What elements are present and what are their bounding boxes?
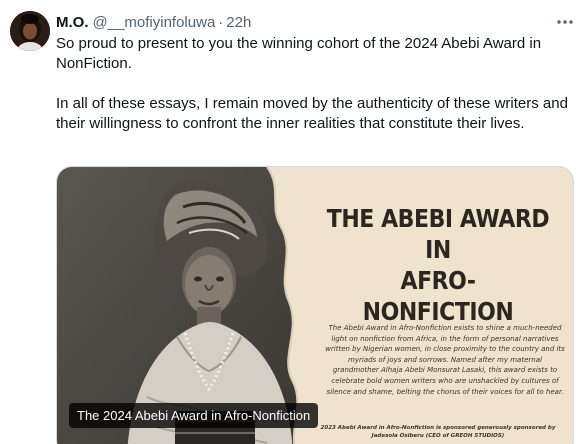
user-avatar[interactable] — [10, 11, 50, 51]
poster-title: THE ABEBI AWARD IN AFRO-NONFICTION — [326, 203, 550, 327]
tweet-header: M.O. @__mofiyinfoluwa · 22h — [56, 12, 251, 32]
more-options-icon[interactable] — [556, 13, 574, 31]
tweet-paragraph-1: So proud to present to you the winning c… — [56, 35, 542, 72]
timestamp[interactable]: 22h — [226, 14, 251, 31]
separator-dot: · — [218, 13, 224, 31]
alt-text-badge[interactable]: The 2024 Abebi Award in Afro-Nonfiction — [69, 403, 319, 428]
user-handle[interactable]: @__mofiyinfoluwa — [93, 14, 216, 31]
tweet-paragraph-2: In all of these essays, I remain moved b… — [56, 95, 568, 132]
media-image[interactable]: THE ABEBI AWARD IN AFRO-NONFICTION The A… — [56, 166, 574, 444]
tweet-text: So proud to present to you the winning c… — [56, 34, 578, 134]
poster-sponsor: 2023 Abebi Award in Afro-Nonfiction is s… — [320, 425, 556, 439]
poster-title-line-1: THE ABEBI AWARD — [326, 204, 550, 233]
tweet: M.O. @__mofiyinfoluwa · 22h So proud to … — [0, 0, 588, 444]
poster-description: The Abebi Award in Afro-Nonfiction exist… — [325, 324, 565, 396]
poster-title-line-2: IN — [425, 235, 451, 264]
display-name[interactable]: M.O. — [56, 14, 89, 31]
poster-title-line-3: AFRO-NONFICTION — [362, 266, 514, 326]
